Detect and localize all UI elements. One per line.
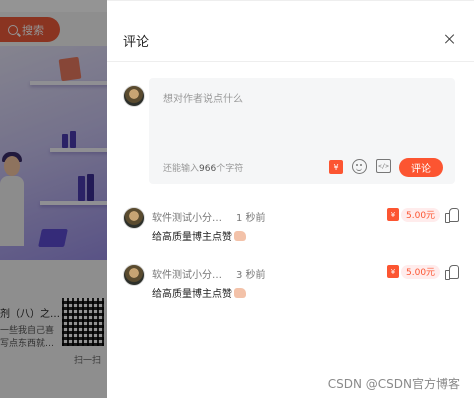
- reward-icon[interactable]: ¥: [329, 160, 343, 174]
- code-icon[interactable]: </>: [376, 159, 391, 173]
- reward-amount: 5.00元: [401, 264, 441, 279]
- red-packet-icon: ¥: [387, 208, 399, 221]
- comment-username[interactable]: 软件测试小分…: [152, 266, 222, 281]
- char-counter-value: 966: [199, 164, 217, 174]
- comment-item: 软件测试小分… 3 秒前 给高质量博主点赞 ¥ 5.00元: [123, 264, 463, 312]
- comment-text-content: 给高质量博主点赞: [152, 289, 232, 300]
- thumbs-up-emoji-icon: [234, 231, 246, 241]
- divider: [107, 61, 474, 62]
- comment-time: 3 秒前: [236, 270, 266, 281]
- submit-comment-button[interactable]: 评论: [399, 158, 443, 177]
- like-icon[interactable]: [445, 264, 459, 280]
- red-packet-icon: ¥: [387, 265, 399, 278]
- comment-text: 给高质量博主点赞: [152, 285, 246, 300]
- comment-text: 给高质量博主点赞: [152, 228, 246, 243]
- modal-overlay[interactable]: [0, 0, 107, 398]
- thumbs-up-emoji-icon: [234, 288, 246, 298]
- emoji-icon[interactable]: [352, 159, 367, 174]
- avatar[interactable]: [123, 264, 145, 286]
- comment-drawer: 评论 想对作者说点什么 还能输入966个字符 ¥ </> 评论 软件测试小分… …: [107, 0, 474, 398]
- comment-input-placeholder[interactable]: 想对作者说点什么: [163, 90, 243, 105]
- reward-badge: ¥ 5.00元: [387, 264, 441, 279]
- char-counter: 还能输入966个字符: [163, 161, 243, 174]
- comment-editor[interactable]: 想对作者说点什么 还能输入966个字符 ¥ </> 评论: [149, 78, 455, 184]
- comment-text-content: 给高质量博主点赞: [152, 232, 232, 243]
- comment-username[interactable]: 软件测试小分…: [152, 209, 222, 224]
- like-icon[interactable]: [445, 207, 459, 223]
- close-icon[interactable]: [444, 33, 456, 45]
- comment-time: 1 秒前: [236, 213, 266, 224]
- char-counter-suffix: 个字符: [216, 164, 244, 174]
- comment-item: 软件测试小分… 1 秒前 给高质量博主点赞 ¥ 5.00元: [123, 207, 463, 255]
- reward-amount: 5.00元: [401, 207, 441, 222]
- avatar[interactable]: [123, 207, 145, 229]
- char-counter-prefix: 还能输入: [163, 164, 200, 174]
- drawer-title: 评论: [123, 35, 150, 50]
- watermark: CSDN @CSDN官方博客: [327, 377, 460, 391]
- reward-badge: ¥ 5.00元: [387, 207, 441, 222]
- avatar: [123, 85, 145, 107]
